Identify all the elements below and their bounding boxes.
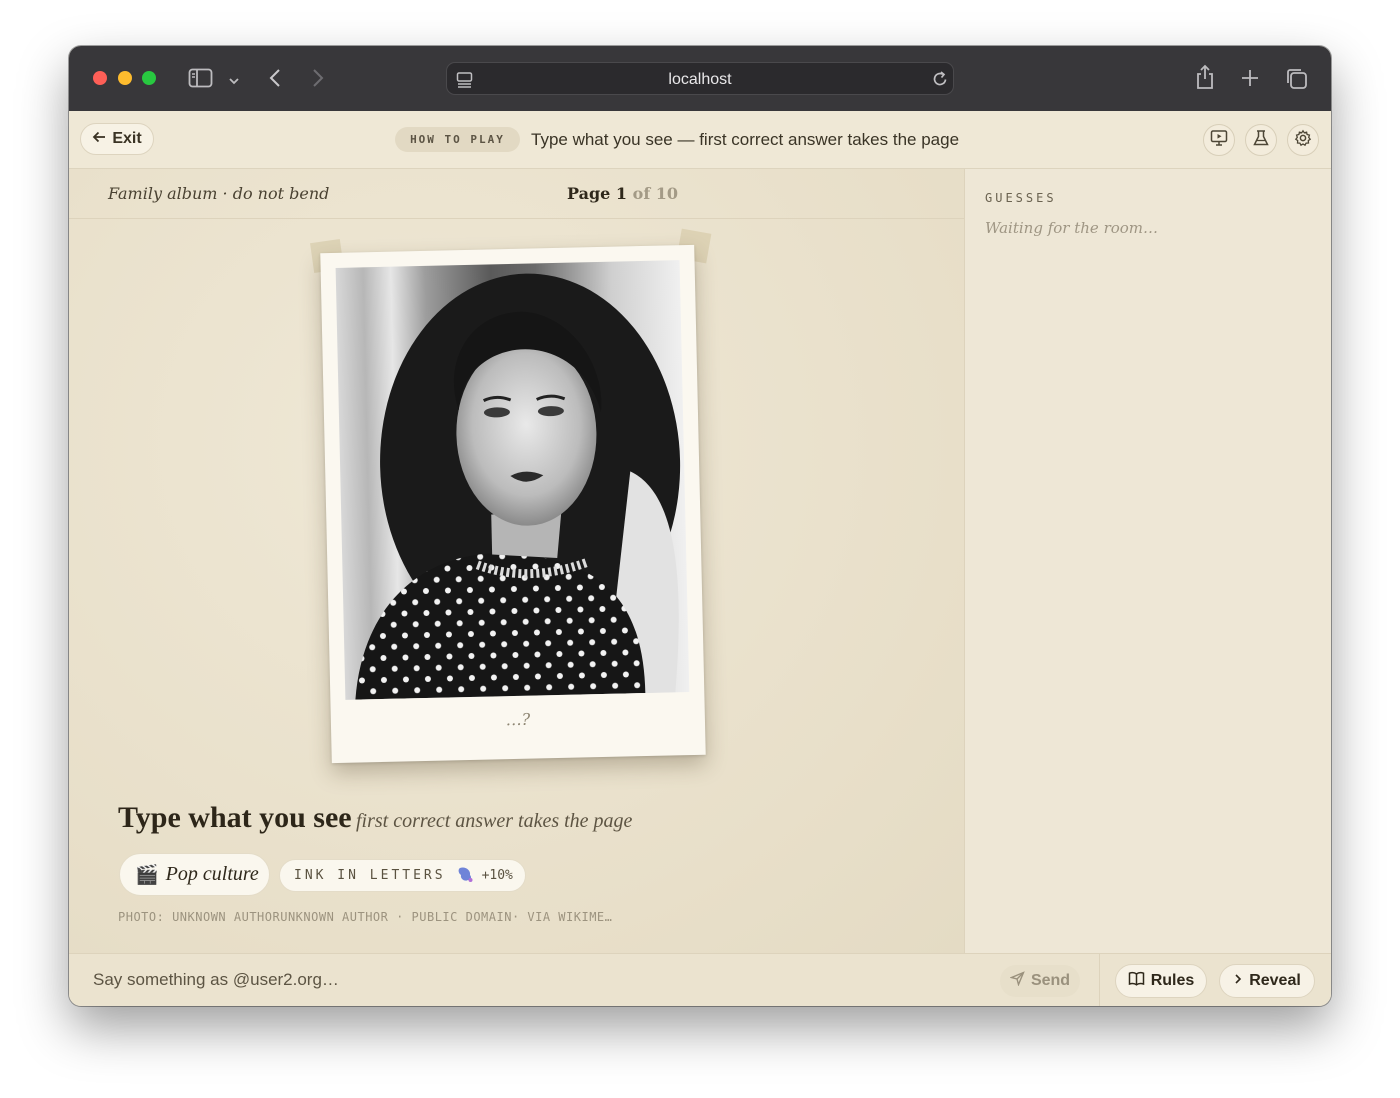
send-icon — [1009, 971, 1025, 991]
bonus-value: +10% — [481, 868, 513, 883]
send-label: Send — [1030, 972, 1071, 989]
sidebar-icon[interactable] — [188, 68, 213, 93]
reveal-button[interactable]: Reveal — [1219, 964, 1315, 998]
app-header: Exit HOW TO PLAY Type what you see — fir… — [69, 111, 1331, 169]
chevron-down-icon[interactable] — [228, 73, 240, 91]
lab-button[interactable] — [1245, 124, 1277, 156]
send-button[interactable]: Send — [1000, 965, 1080, 997]
album-page: Family album · do not bend Page 1 of 10 — [69, 169, 964, 953]
arrow-left-icon — [92, 130, 106, 149]
url-text: localhost — [668, 71, 732, 88]
chevron-right-icon — [1233, 972, 1243, 990]
bonus-chip: INK IN LETTERS +10% — [279, 859, 526, 892]
tabs-overview-icon[interactable] — [1285, 67, 1308, 95]
exit-button[interactable]: Exit — [80, 123, 154, 155]
settings-button[interactable] — [1287, 124, 1319, 156]
album-bar: Family album · do not bend Page 1 of 10 — [69, 169, 964, 219]
rules-button[interactable]: Rules — [1115, 964, 1207, 998]
polaroid-photo: …? — [320, 244, 706, 764]
guesses-heading: GUESSES — [985, 191, 1057, 205]
back-icon[interactable] — [268, 68, 282, 93]
flask-icon — [1252, 129, 1270, 152]
prompt-subtitle: first correct answer takes the page — [356, 810, 633, 832]
ink-blob-icon — [456, 865, 474, 887]
page-indicator: Page 1 of 10 — [567, 184, 678, 203]
clapperboard-icon: 🎬 — [135, 864, 159, 886]
chat-footer: Send Rules Reveal — [69, 953, 1331, 1006]
page-current: 1 — [615, 184, 628, 203]
share-icon[interactable] — [1195, 64, 1215, 95]
book-icon — [1128, 971, 1145, 991]
gear-icon — [1294, 129, 1312, 152]
photo-credit: PHOTO: UNKNOWN AUTHORUNKNOWN AUTHOR · PU… — [118, 910, 613, 924]
prompt-title: Type what you see — [118, 801, 352, 834]
page-prefix: Page — [567, 184, 611, 203]
zoom-window-button[interactable] — [142, 71, 156, 85]
album-label: Family album · do not bend — [108, 184, 330, 203]
presentation-button[interactable] — [1203, 124, 1235, 156]
browser-toolbar: localhost — [69, 46, 1331, 111]
category-chip: 🎬 Pop culture — [119, 853, 270, 896]
rules-label: Rules — [1150, 972, 1195, 989]
reload-icon[interactable] — [931, 70, 949, 93]
guesses-empty-state: Waiting for the room… — [985, 219, 1159, 237]
reveal-label: Reveal — [1249, 972, 1301, 989]
header-subtitle: Type what you see — first correct answer… — [531, 130, 960, 149]
presentation-icon — [1210, 129, 1228, 152]
guesses-panel: GUESSES Waiting for the room… — [964, 169, 1331, 953]
chat-input[interactable] — [93, 970, 973, 990]
minimize-window-button[interactable] — [118, 71, 132, 85]
category-label: Pop culture — [165, 863, 259, 885]
page-total: of 10 — [632, 184, 679, 203]
close-window-button[interactable] — [93, 71, 107, 85]
new-tab-icon[interactable] — [1240, 68, 1260, 93]
browser-window: localhost Exit HOW TO PLAY Type what you… — [69, 46, 1331, 1006]
photo-caption: …? — [505, 709, 531, 730]
bonus-label: INK IN LETTERS — [294, 868, 446, 883]
forward-icon[interactable] — [311, 68, 325, 93]
how-to-play-badge[interactable]: HOW TO PLAY — [395, 127, 520, 152]
exit-label: Exit — [112, 130, 142, 147]
mystery-photo — [335, 260, 690, 700]
footer-divider — [1099, 954, 1100, 1006]
address-bar[interactable]: localhost — [446, 62, 954, 95]
